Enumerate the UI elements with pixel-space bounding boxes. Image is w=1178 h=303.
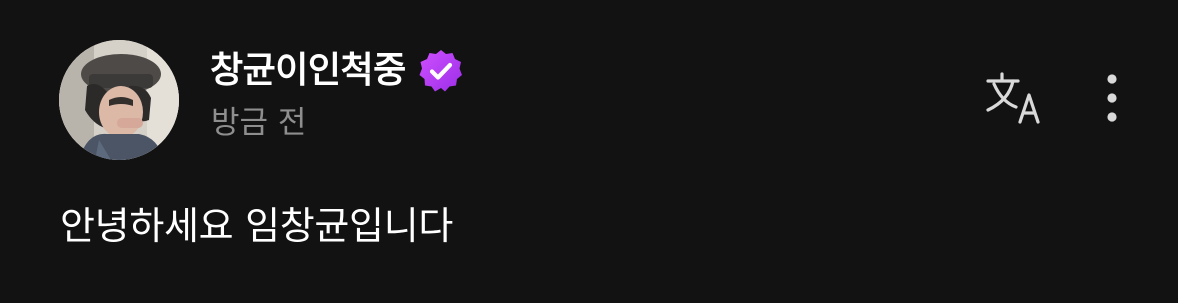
avatar-image [59,40,179,160]
more-vertical-icon [1107,74,1117,122]
post-card: 창균이인척중 방금 전 안녕하세요 임창균입니다 [0,0,1178,303]
post-timestamp: 방금 전 [211,105,307,141]
username[interactable]: 창균이인척중 [210,53,406,89]
translate-icon [986,72,1040,124]
post-body-text: 안녕하세요 임창균입니다 [60,204,454,248]
more-options-button[interactable] [1090,70,1134,128]
translate-button[interactable] [982,70,1046,128]
verified-badge-icon [419,50,462,92]
avatar[interactable] [59,40,179,160]
author-row: 창균이인척중 [210,46,464,96]
